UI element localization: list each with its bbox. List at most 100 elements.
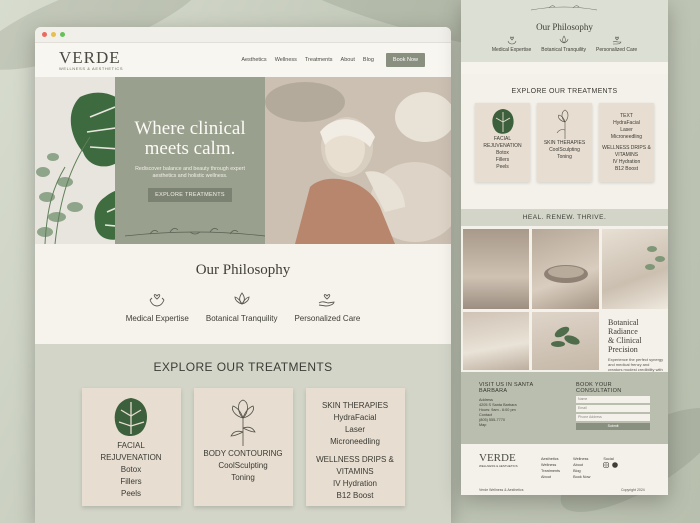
nav-link-blog[interactable]: Blog xyxy=(363,57,374,63)
instagram-icon[interactable] xyxy=(603,462,610,468)
monstera-leaf-icon xyxy=(114,398,147,436)
treatment-cards: FACIAL REJUVENATION Botox Fillers Peels … xyxy=(35,388,451,506)
mobile-contact-section: VISIT US IN SANTA BARBARA Address 4205 S… xyxy=(461,372,668,444)
consultation-column: BOOK YOUR CONSULTATION Name Email Phone … xyxy=(576,382,658,444)
mobile-label-botanical: Botanical Tranquility xyxy=(541,47,587,53)
consultation-title: BOOK YOUR CONSULTATION xyxy=(576,382,622,394)
nav-links: Aesthetics Wellness Treatments About Blo… xyxy=(241,53,425,67)
body-title: BODY CONTOURING xyxy=(203,449,283,458)
maximize-dot-icon[interactable] xyxy=(60,32,65,37)
mobile-facial-title-1: FACIAL xyxy=(493,136,512,142)
philosophy-label-care: Personalized Care xyxy=(294,314,361,323)
visit-map-link[interactable]: Map xyxy=(479,423,562,428)
gallery-image-treatment-room xyxy=(463,229,529,309)
mobile-treatments-title: EXPLORE OUR TREATMENTS xyxy=(511,88,618,95)
treatment-card-facial[interactable]: FACIAL REJUVENATION Botox Fillers Peels xyxy=(81,388,181,506)
mobile-tagline-band: HEAL. RENEW. THRIVE. xyxy=(461,209,668,226)
nav-link-aesthetics[interactable]: Aesthetics xyxy=(241,57,266,63)
nav-link-about[interactable]: About xyxy=(341,57,355,63)
facial-title-2: REJUVENATION xyxy=(100,453,162,462)
lotus-icon xyxy=(559,35,568,44)
hands-heart-icon xyxy=(149,294,165,307)
footer-col-social: Social xyxy=(603,456,619,480)
monstera-leaf-icon xyxy=(491,109,514,134)
mobile-wellness-microneedling: Microneedling xyxy=(610,134,643,140)
spa-woman-image xyxy=(265,77,451,244)
mobile-gallery: Botanical Radiance & Clinical Precision … xyxy=(461,226,668,382)
drips-item-b12: B12 Boost xyxy=(336,491,374,500)
facebook-icon[interactable] xyxy=(612,462,619,468)
brand-logo[interactable]: VERDE WELLNESS & AESTHETICS xyxy=(59,49,123,71)
footer-link-book-now[interactable]: Book Now xyxy=(573,474,590,480)
feature-title-2: & Clinical Precision xyxy=(608,336,642,354)
hero-text-panel: Where clinical meets calm. Rediscover ba… xyxy=(115,77,266,244)
treatments-title: EXPLORE OUR TREATMENTS xyxy=(153,360,333,374)
mobile-facial-botox: Botox xyxy=(496,150,509,156)
explore-treatments-button[interactable]: EXPLORE TREATMENTS xyxy=(148,188,232,202)
mobile-skin-coolsculpting: CoolSculpting xyxy=(549,147,580,153)
skin-item-hydrafacial: HydraFacial xyxy=(333,413,377,422)
mobile-wellness-text: TEXT xyxy=(620,113,633,119)
mobile-card-wellness[interactable]: TEXT HydraFacial Laser Microneedling WEL… xyxy=(599,103,654,182)
philosophy-label-botanical: Botanical Tranquility xyxy=(205,314,278,323)
leaf-sprig-icon xyxy=(551,326,580,347)
facial-title-1: FACIAL xyxy=(117,441,145,450)
submit-button[interactable]: Submit xyxy=(576,423,651,430)
book-now-button[interactable]: Book Now xyxy=(385,53,425,67)
mobile-philosophy-item-medical: Medical Expertise xyxy=(492,35,531,53)
footer-copyright-year: Copyright 2024 xyxy=(621,488,645,492)
monstera-plant-icon xyxy=(36,92,115,244)
hero-plant-image xyxy=(35,77,115,244)
philosophy-label-medical: Medical Expertise xyxy=(125,314,189,323)
mobile-feature-block: Botanical Radiance & Clinical Precision … xyxy=(602,312,668,382)
hand-heart-icon xyxy=(319,294,335,307)
treatment-card-body[interactable]: BODY CONTOURING CoolSculpting Toning xyxy=(193,388,293,506)
treatment-card-skin[interactable]: SKIN THERAPIES HydraFacial Laser Microne… xyxy=(305,388,405,506)
eucalyptus-icon xyxy=(645,246,665,270)
philosophy-item-botanical: Botanical Tranquility xyxy=(205,290,278,323)
gallery-image-towels xyxy=(602,229,668,309)
email-field[interactable]: Email xyxy=(576,405,651,412)
footer-link-columns: Aesthetics Wellness Treatments About Wel… xyxy=(541,456,619,480)
treatments-section: EXPLORE OUR TREATMENTS FACIAL REJUVENATI… xyxy=(35,344,451,523)
footer-link-about[interactable]: About xyxy=(541,474,560,480)
mobile-skin-toning: Toning xyxy=(557,154,572,160)
hero-section: Where clinical meets calm. Rediscover ba… xyxy=(35,77,451,244)
mobile-label-care: Personalized Care xyxy=(596,47,638,53)
visit-title: VISIT US IN SANTA BARBARA xyxy=(479,382,534,394)
gallery-image-basin xyxy=(532,229,599,309)
footer-copyright-name: Verde Wellness & Aesthetics xyxy=(479,488,524,492)
skin-item-laser: Laser xyxy=(344,425,365,434)
nav-link-treatments[interactable]: Treatments xyxy=(305,57,333,63)
name-field[interactable]: Name xyxy=(576,396,651,403)
philosophy-item-care: Personalized Care xyxy=(294,290,360,323)
skin-item-microneedling: Microneedling xyxy=(330,437,380,446)
close-dot-icon[interactable] xyxy=(42,32,47,37)
mobile-facial-fillers: Fillers xyxy=(495,157,510,163)
flower-sketch-icon xyxy=(230,399,256,446)
mobile-drips-b12: B12 Boost xyxy=(614,166,639,172)
lotus-icon xyxy=(234,292,250,305)
window-chrome xyxy=(35,27,451,43)
mobile-drips-title-2: VITAMINS xyxy=(614,152,639,158)
flower-sketch-icon xyxy=(556,109,568,139)
minimize-dot-icon[interactable] xyxy=(51,32,56,37)
hero-spa-photo xyxy=(265,77,451,244)
footer-col-1: Aesthetics Wellness Treatments About xyxy=(541,456,560,480)
mobile-card-facial[interactable]: FACIAL REJUVENATION Botox Fillers Peels xyxy=(475,103,530,182)
mobile-footer: VERDE WELLNESS & AESTHETICS Aesthetics W… xyxy=(461,444,668,495)
gallery-image-bench xyxy=(463,312,529,370)
mobile-treatments-section: EXPLORE OUR TREATMENTS FACIAL REJUVENATI… xyxy=(461,74,668,209)
nav-link-wellness[interactable]: Wellness xyxy=(275,57,297,63)
hero-title-line-2: meets calm. xyxy=(144,138,236,159)
mobile-philosophy-items: Medical Expertise Botanical Tranquility … xyxy=(461,35,668,53)
philosophy-item-medical: Medical Expertise xyxy=(126,290,189,323)
mobile-label-medical: Medical Expertise xyxy=(491,47,532,53)
mobile-page-preview: Our Philosophy Medical Expertise Botanic… xyxy=(461,0,668,495)
phone-field[interactable]: Phone Address xyxy=(576,414,651,421)
drips-title-2: VITAMINS xyxy=(336,467,374,476)
drips-item-iv: IV Hydration xyxy=(332,479,378,488)
mobile-philosophy-item-care: Personalized Care xyxy=(596,35,637,53)
mobile-card-skin[interactable]: SKIN THERAPIES CoolSculpting Toning xyxy=(537,103,592,182)
drips-title-1: WELLNESS DRIPS & xyxy=(316,455,394,464)
